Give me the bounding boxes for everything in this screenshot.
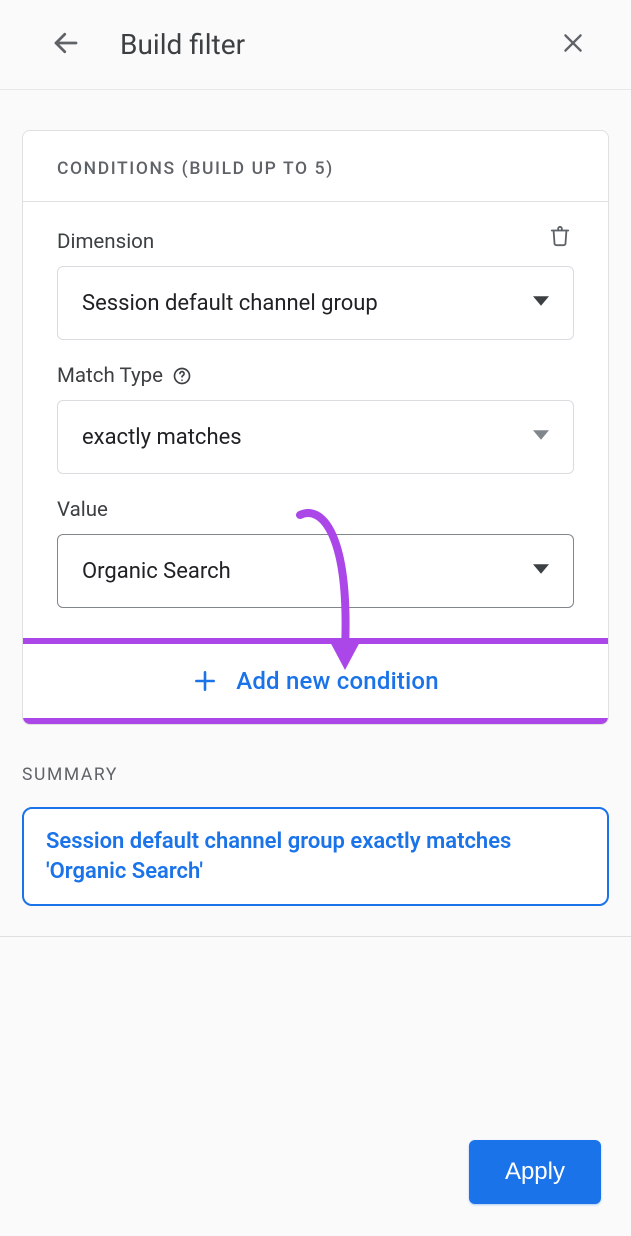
match-type-select[interactable]: exactly matches: [57, 400, 574, 474]
close-button[interactable]: [555, 27, 591, 63]
arrow-left-icon: [51, 28, 81, 62]
caret-down-icon: [533, 427, 549, 447]
add-condition-label: Add new condition: [236, 667, 439, 695]
dimension-value: Session default channel group: [82, 291, 533, 316]
annotation-highlight-box: Add new condition: [22, 638, 609, 724]
close-icon: [560, 30, 586, 60]
match-type-value: exactly matches: [82, 425, 533, 450]
value-group: Value Organic Search: [57, 498, 574, 608]
footer-actions: Apply: [469, 1140, 601, 1204]
value-select[interactable]: Organic Search: [57, 534, 574, 608]
section-divider: [0, 936, 631, 937]
value-value: Organic Search: [82, 559, 533, 584]
help-icon[interactable]: [171, 365, 193, 387]
summary-section: Summary Session default channel group ex…: [0, 765, 631, 906]
dimension-select[interactable]: Session default channel group: [57, 266, 574, 340]
caret-down-icon: [533, 293, 549, 313]
dimension-label: Dimension: [57, 230, 154, 254]
back-button[interactable]: [48, 27, 84, 63]
delete-condition-button[interactable]: [546, 224, 574, 252]
caret-down-icon: [533, 561, 549, 581]
apply-label: Apply: [505, 1158, 565, 1185]
summary-text: Session default channel group exactly ma…: [46, 827, 585, 886]
header-bar: Build filter: [0, 0, 631, 90]
value-label: Value: [57, 498, 108, 522]
match-type-label: Match Type: [57, 364, 163, 388]
conditions-title: Conditions (build up to 5): [23, 131, 608, 202]
apply-button[interactable]: Apply: [469, 1140, 601, 1204]
add-condition-button[interactable]: Add new condition: [23, 644, 608, 718]
dimension-group: Dimension Session default channel group: [57, 230, 574, 340]
summary-chip: Session default channel group exactly ma…: [22, 807, 609, 906]
summary-label: Summary: [22, 765, 609, 785]
content-area: Conditions (build up to 5) Dimension Ses…: [0, 90, 631, 725]
match-type-group: Match Type exactly matches: [57, 364, 574, 474]
page-title: Build filter: [120, 28, 555, 61]
condition-row: Dimension Session default channel group …: [23, 202, 608, 638]
trash-icon: [549, 224, 571, 252]
conditions-card: Conditions (build up to 5) Dimension Ses…: [22, 130, 609, 725]
plus-icon: [192, 668, 218, 694]
